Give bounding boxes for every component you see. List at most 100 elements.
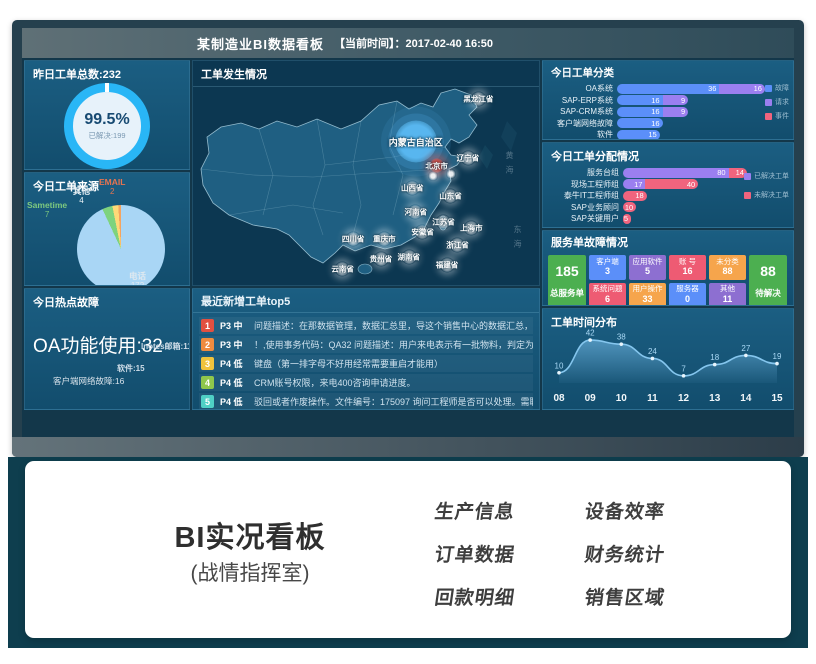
fault-cell: 账 号16 [669, 255, 706, 280]
work-order-row: 4P4 低CRM账号权限，来电400咨询申请进度。 [199, 374, 533, 391]
svg-text:24: 24 [648, 347, 657, 356]
panel-yesterday-total: 昨日工单总数:232 99.5% 已解决:199 [24, 60, 190, 170]
pie-label-other: 其他 4 [73, 186, 90, 206]
panel-service-faults: 服务单故障情况 185 总服务单 客户端3应用软件5账 号16未分类88系统问题… [542, 230, 794, 306]
map-point-河南省: 河南省 [404, 207, 427, 218]
source-pie-chart [77, 205, 165, 286]
panel-allocation-title: 今日工单分配情况 [543, 143, 793, 166]
bar: 15 [617, 130, 660, 140]
panel-top5: 最近新增工单top5 1P3 中问题描述：在那数据管理，数据汇总里，导这个销售中… [192, 288, 540, 410]
panel-service-faults-title: 服务单故障情况 [543, 231, 793, 252]
map-point-江苏省: 江苏省 [432, 217, 455, 228]
panel-map-title: 工单发生情况 [193, 61, 539, 87]
svg-text:38: 38 [617, 333, 626, 342]
legend-swatch [744, 173, 751, 180]
bar-row: 客户端网络故障16 [549, 118, 787, 128]
fault-cell: 用户操作33 [629, 283, 666, 307]
legend-item: 未解决工单 [744, 190, 789, 200]
fault-pending-box: 88 待解决 [749, 255, 787, 306]
work-order-description: ！,使用事务代码：QA32 问题描述：用户来电表示有一批物料，判定为不合格，在S… [254, 338, 533, 351]
priority-label: P4 低 [220, 376, 254, 389]
work-order-description: 键盘（第一排字母不好用经常需要重启才能用） [254, 357, 443, 370]
panel-yesterday-title: 昨日工单总数:232 [25, 61, 189, 84]
priority-rank-chip: 2 [201, 338, 214, 351]
map-point-浙江省: 浙江省 [446, 239, 469, 250]
dashboard-frame: 某制造业BI数据看板 【当前时间】：2017-02-40 16:50 昨日工单总… [12, 20, 804, 457]
svg-text:19: 19 [773, 352, 782, 361]
sea-label-yellow-sea: 黄 海 [504, 151, 515, 175]
map-point-label: 黑龙江省 [463, 94, 493, 105]
pie-label-phone-name: 电话 [129, 271, 146, 281]
bar-segment: 16 [617, 107, 663, 117]
bar: 1740 [623, 179, 698, 189]
map-point-辽宁省: 辽宁省 [457, 152, 480, 163]
map-point-福建省: 福建省 [436, 259, 459, 270]
svg-text:42: 42 [586, 329, 595, 338]
map-point-湖南省: 湖南省 [398, 251, 421, 262]
bar-row: 软件15 [549, 130, 787, 140]
pie-label-phone: 电话 172 [129, 271, 146, 286]
map-point-label: 山东省 [439, 191, 462, 202]
legend-item: 已解决工单 [744, 171, 789, 181]
priority-label: P4 低 [220, 395, 254, 408]
map-point-安徽省: 安徽省 [411, 227, 434, 238]
classification-bars: OA系统3616SAP-ERP系统169SAP-CRM系统169客户端网络故障1… [543, 84, 793, 140]
bar-segment: 16 [617, 118, 663, 128]
bar: 10 [623, 202, 636, 212]
dashboard-header: 某制造业BI数据看板 【当前时间】：2017-02-40 16:50 [22, 28, 794, 58]
menu-item-finance-stats[interactable]: 财务统计 [583, 540, 667, 567]
legend-item: 事件 [765, 111, 789, 121]
bar-segment: 15 [617, 130, 660, 140]
top5-rows: 1P3 中问题描述：在那数据管理，数据汇总里，导这个销售中心的数据汇总，有个人（… [193, 313, 539, 410]
product-title: BI实况看板 [120, 514, 380, 556]
bar-segment: 5 [623, 214, 631, 224]
fault-total-box: 185 总服务单 [548, 255, 586, 306]
priority-rank-chip: 5 [201, 395, 214, 408]
bar-segment: 18 [623, 191, 647, 201]
fault-total-label: 总服务单 [550, 287, 584, 299]
map-point-label: 重庆市 [373, 233, 396, 244]
svg-text:18: 18 [710, 353, 719, 362]
priority-label: P3 中 [220, 338, 254, 351]
map-point-label: 内蒙古自治区 [389, 135, 443, 148]
svg-text:27: 27 [741, 344, 750, 353]
legend-item: 请求 [765, 97, 789, 107]
map-point-云南省: 云南省 [331, 263, 354, 274]
panel-time-distribution: 工单时间分布 1008420938102411712181327141915 [542, 308, 794, 410]
bar-label: OA系统 [549, 83, 617, 94]
menu-item-payment-detail[interactable]: 回款明细 [433, 583, 517, 610]
hot-word-3: 软件:15 [117, 363, 145, 374]
svg-text:11: 11 [647, 393, 658, 404]
bar-label: SAP-CRM系统 [549, 106, 617, 117]
svg-text:14: 14 [740, 393, 752, 404]
priority-rank-chip: 3 [201, 357, 214, 370]
menu-item-sales-region[interactable]: 销售区域 [583, 583, 667, 610]
menu-item-order-data[interactable]: 订单数据 [433, 540, 517, 567]
svg-text:13: 13 [709, 393, 721, 404]
priority-label: P3 中 [220, 319, 254, 332]
fault-pending-label: 待解决 [755, 287, 781, 299]
map-point-内蒙古自治区: 内蒙古自治区 [389, 135, 443, 148]
work-order-description: CRM账号权限，来电400咨询申请进度。 [254, 376, 416, 389]
svg-text:12: 12 [678, 393, 690, 404]
svg-text:08: 08 [553, 393, 565, 404]
legend-swatch [744, 192, 751, 199]
bar-segment: 17 [623, 179, 645, 189]
resolve-rate-donut: 99.5% 已解决:199 [64, 83, 150, 169]
svg-text:10: 10 [555, 361, 564, 370]
legend-swatch [765, 99, 772, 106]
bar-label: 服务台组 [549, 167, 623, 178]
priority-label: P4 低 [220, 357, 254, 370]
pie-label-sametime-value: 7 [45, 210, 49, 219]
hot-word-4: 客户端网络故障:16 [53, 375, 124, 387]
page: 某制造业BI数据看板 【当前时间】：2017-02-40 16:50 昨日工单总… [0, 0, 816, 664]
map-point-黑龙江省: 黑龙江省 [463, 94, 493, 105]
map-point-山西省: 山西省 [401, 183, 424, 194]
work-order-row: 3 P4 低键盘（第一排字母不好用经常需要重启才能用） [199, 355, 533, 372]
menu-item-production-info[interactable]: 生产信息 [433, 497, 517, 524]
menu-item-equipment-efficiency[interactable]: 设备效率 [583, 497, 667, 524]
map-point-label: 河南省 [404, 207, 427, 218]
bar-label: SAP-ERP系统 [549, 95, 617, 106]
bar-label: SAP业务顾问 [549, 202, 623, 213]
panel-classification-title: 今日工单分类 [543, 61, 793, 82]
